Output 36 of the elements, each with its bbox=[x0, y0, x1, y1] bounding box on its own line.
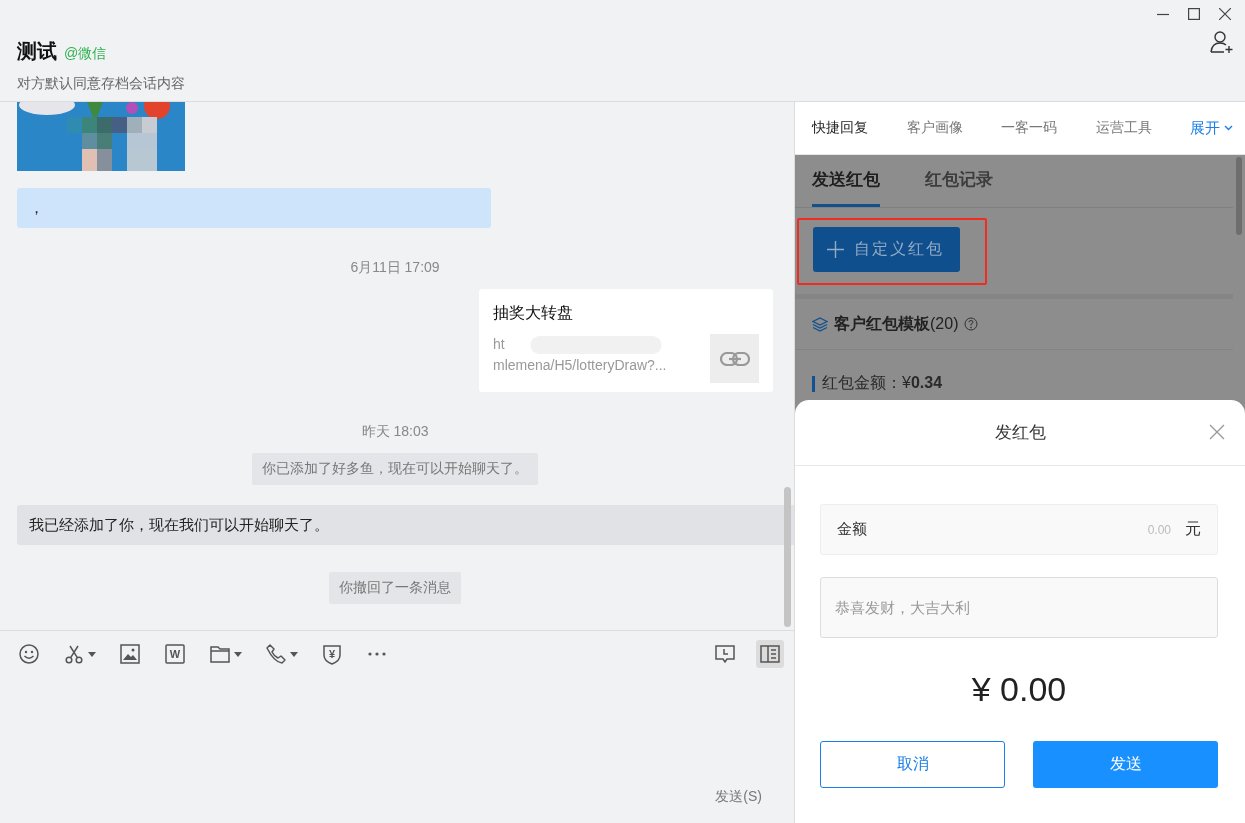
system-notice: 你撤回了一条消息 bbox=[329, 572, 461, 604]
system-notice: 你已添加了好多鱼，现在可以开始聊天了。 bbox=[252, 453, 538, 485]
send-button[interactable]: 发送(S) bbox=[709, 787, 768, 807]
archive-notice: 对方默认同意存档会话内容 bbox=[17, 75, 185, 93]
message-bubble: ， bbox=[17, 188, 491, 228]
send-button[interactable]: 发送 bbox=[1033, 741, 1218, 788]
sidebar-tab[interactable]: 运营工具 bbox=[1095, 119, 1152, 137]
total-amount: ¥ 0.00 bbox=[971, 670, 1067, 709]
amount-input[interactable]: 0.00 bbox=[867, 521, 1173, 538]
timestamp: 6月11日 17:09 bbox=[350, 259, 440, 277]
timestamp: 昨天 18:03 bbox=[361, 423, 429, 441]
source-tag: @微信 bbox=[64, 45, 107, 63]
sidebar-tab[interactable]: 快捷回复 bbox=[812, 119, 868, 137]
toolbar-button[interactable]: W bbox=[164, 640, 186, 668]
template-heading: 客户红包模板(20) bbox=[834, 313, 959, 334]
dialog-title: 发红包 bbox=[994, 422, 1046, 444]
message-field[interactable]: 恭喜发财，大吉大利 bbox=[820, 577, 1218, 638]
message-bubble: 我已经添加了你，现在我们可以开始聊天了。 bbox=[17, 505, 794, 545]
cancel-button[interactable]: 取消 bbox=[820, 741, 1005, 788]
expand-button[interactable]: 展开 bbox=[1190, 118, 1233, 138]
panel-tab[interactable]: 发送红包 bbox=[812, 155, 880, 207]
link-url: mlemena/H5/lotteryDraw?... bbox=[493, 356, 667, 375]
contact-name: 测试 bbox=[17, 39, 57, 64]
sidebar-tab[interactable]: 客户画像 bbox=[906, 119, 963, 137]
link-url: ht bbox=[493, 335, 505, 354]
sidebar-tab[interactable]: 一客一码 bbox=[1001, 119, 1057, 137]
custom-packet-button[interactable]: 自定义红包 bbox=[813, 226, 960, 272]
icon-letter: ¥ bbox=[328, 648, 336, 660]
field-label: 金额 bbox=[837, 520, 867, 539]
packet-amount: 红包金额：¥0.34 bbox=[822, 373, 943, 393]
panel-tab[interactable]: 红包记录 bbox=[925, 155, 993, 207]
link-title: 抽奖大转盘 bbox=[493, 303, 574, 323]
unit-label: 元 bbox=[1185, 519, 1201, 539]
icon-letter: W bbox=[169, 648, 181, 660]
link-card[interactable]: 抽奖大转盘 ht mlemena/H5/lotteryDraw?... bbox=[479, 289, 773, 392]
toolbar-button[interactable]: ¥ bbox=[321, 640, 343, 668]
